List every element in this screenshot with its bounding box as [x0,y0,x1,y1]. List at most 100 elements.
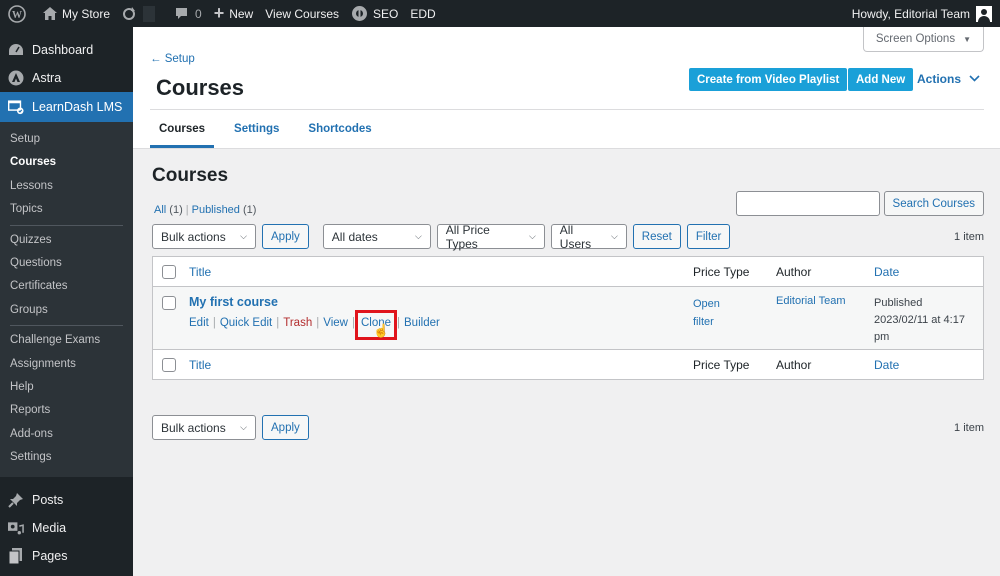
tab-settings[interactable]: Settings [225,115,288,148]
submenu-setup[interactable]: Setup [0,128,133,151]
tab-shortcodes[interactable]: Shortcodes [299,115,380,148]
bulk-actions-select-bottom[interactable]: Bulk actions ⌵ [152,415,256,440]
howdy-text: Howdy, Editorial Team [851,6,970,21]
column-author-bottom: Author [776,358,812,372]
submenu-help[interactable]: Help [0,376,133,399]
dashboard-icon [8,42,24,58]
sidebar-item-dashboard[interactable]: Dashboard [0,36,133,64]
actions-label: Actions [917,72,962,86]
view-courses-label: View Courses [265,6,340,21]
separator: | [212,317,216,329]
page-title: Courses [156,75,245,100]
date-value: 2023/02/11 at 4:17 [874,314,965,326]
dates-filter-select[interactable]: All dates ⌵ [322,224,431,249]
edd-label: EDD [410,6,436,21]
price-type-filter-link[interactable]: Open filter [693,298,720,328]
submenu-groups[interactable]: Groups [0,299,133,322]
column-title-sort-bottom[interactable]: Title [189,358,211,372]
back-to-setup-link[interactable]: ← Setup [150,53,195,65]
bulk-actions-select[interactable]: Bulk actions ⌵ [152,224,256,249]
avatar-icon [976,5,992,22]
column-date-sort-bottom[interactable]: Date [874,358,899,372]
sidebar-item-label: Posts [32,493,64,508]
row-checkbox[interactable] [162,296,176,310]
submenu-divider [10,325,123,327]
submenu-challenge-exams[interactable]: Challenge Exams [0,329,133,352]
comments-button[interactable]: 0 [169,0,208,27]
chevron-down-icon: ⌵ [240,422,247,432]
submenu-reports[interactable]: Reports [0,399,133,422]
chevron-down-icon: ⌵ [240,231,247,241]
account-menu[interactable]: Howdy, Editorial Team [846,0,1000,27]
chevron-down-icon [969,74,980,85]
price-type-value: Open [693,298,720,310]
price-type-cell: Open filter [693,295,753,331]
sidebar-item-label: Astra [32,71,62,85]
edd-menu[interactable]: EDD [404,0,441,27]
updates-button[interactable] [116,0,169,27]
pages-icon [8,548,24,565]
submenu-lessons[interactable]: Lessons [0,175,133,198]
site-name-link[interactable]: My Store [37,0,116,27]
submenu-courses[interactable]: Courses [0,151,133,174]
bulk-actions-value: Bulk actions [161,229,226,244]
trash-link[interactable]: Trash [283,317,312,329]
chevron-down-icon: ⌵ [528,231,536,241]
filter-published-link[interactable]: Published (1) [192,204,257,216]
submenu-topics[interactable]: Topics [0,198,133,221]
view-courses-link[interactable]: View Courses [259,0,345,27]
sidebar-item-posts[interactable]: Posts [0,486,133,514]
reset-button[interactable]: Reset [632,224,681,249]
sidebar-item-media[interactable]: Media [0,514,133,542]
refresh-icon [122,6,136,21]
create-from-video-playlist-button[interactable]: Create from Video Playlist [689,68,848,91]
screen-options-button[interactable]: Screen Options ▼ [862,27,984,52]
learndash-header: Screen Options ▼ ← Setup Courses Create … [133,27,1000,149]
filter-all-label: All [154,204,167,216]
tablenav-bottom: Bulk actions ⌵ Apply 1 item [152,415,984,440]
table-row: My first course Edit | Quick Edit | Tras… [153,287,983,349]
search-input[interactable] [735,191,880,216]
submenu-assignments[interactable]: Assignments [0,353,133,376]
seo-menu[interactable]: SEO [345,0,404,27]
updates-count-placeholder [143,5,156,22]
sidebar-item-pages[interactable]: Pages [0,542,133,570]
price-types-filter-value: All Price Types [445,222,490,251]
course-title-link[interactable]: My first course [189,295,278,309]
tablenav-top: Bulk actions ⌵ Apply All dates ⌵ All Pri… [152,222,984,251]
filter-all-link[interactable]: All (1) [154,204,183,216]
submenu-questions[interactable]: Questions [0,252,133,275]
users-filter-select[interactable]: All Users ⌵ [550,223,627,251]
submenu-add-ons[interactable]: Add-ons [0,423,133,446]
column-title-sort[interactable]: Title [189,265,211,279]
search-courses-button[interactable]: Search Courses [883,191,984,216]
wordpress-icon: W [8,4,26,23]
sidebar-item-learndash[interactable]: LearnDash LMS [0,92,133,122]
select-all-checkbox-bottom[interactable] [162,358,176,372]
builder-link[interactable]: Builder [404,317,440,329]
sidebar-item-label: Pages [32,549,68,564]
price-types-filter-select[interactable]: All Price Types ⌵ [436,222,545,251]
wordpress-logo-button[interactable]: W [0,0,37,27]
tab-courses[interactable]: Courses [150,115,215,148]
sidebar-item-label: LearnDash LMS [32,100,123,114]
pin-icon [8,492,24,509]
sidebar-item-astra[interactable]: Astra [0,64,133,92]
filter-button[interactable]: Filter [686,224,731,249]
submenu-settings[interactable]: Settings [0,446,133,469]
quick-edit-link[interactable]: Quick Edit [220,317,272,329]
filter-separator: | [185,204,189,216]
submenu-quizzes[interactable]: Quizzes [0,229,133,252]
column-date-sort[interactable]: Date [874,265,899,279]
new-content-button[interactable]: + New [208,0,260,27]
edit-link[interactable]: Edit [189,317,209,329]
search-box: Search Courses [735,191,984,216]
author-link[interactable]: Editorial Team [776,295,846,307]
submenu-certificates[interactable]: Certificates [0,275,133,298]
view-link[interactable]: View [323,317,348,329]
add-new-button[interactable]: Add New [848,68,914,91]
actions-dropdown[interactable]: Actions [917,72,980,86]
apply-button-bottom[interactable]: Apply [262,415,309,440]
apply-button-top[interactable]: Apply [262,224,309,249]
select-all-checkbox[interactable] [162,265,176,279]
